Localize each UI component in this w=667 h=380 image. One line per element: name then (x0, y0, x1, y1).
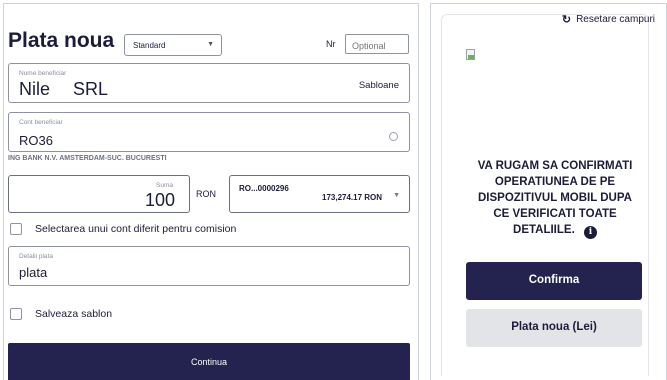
source-account-select[interactable]: RO...0000296 173,274.17 RON ▼ (229, 175, 410, 213)
payment-details-field[interactable]: Detalii plata plata (8, 246, 410, 286)
new-payment-button[interactable]: Plata noua (Lei) (466, 309, 642, 347)
amount-label: Suma (156, 182, 173, 189)
beneficiary-name-value: Nile SRL (19, 79, 109, 99)
commission-account-label: Selectarea unui cont diferit pentru comi… (35, 223, 237, 235)
chevron-down-icon: ▼ (207, 41, 214, 48)
commission-account-option[interactable]: Selectarea unui cont diferit pentru comi… (10, 223, 236, 235)
chevron-down-icon: ▼ (393, 192, 400, 199)
payment-type-value: Standard (133, 41, 166, 50)
payment-type-select[interactable]: Standard ▼ (124, 34, 222, 56)
beneficiary-account-field[interactable]: Cont beneficiar RO36 (8, 112, 410, 152)
amount-value: 100 (144, 190, 175, 210)
source-account-balance: 173,274.17 RON (322, 193, 383, 202)
save-template-label: Salveaza sablon (35, 308, 113, 320)
nr-input[interactable] (345, 34, 409, 54)
beneficiary-name-field[interactable]: Nume beneficiar Nile SRL Sabloane (8, 63, 410, 103)
page-title: Plata noua (8, 29, 115, 52)
confirm-button[interactable]: Confirma (466, 262, 642, 300)
nr-label: Nr (326, 39, 336, 49)
templates-link[interactable]: Sabloane (359, 80, 399, 91)
source-account-number: RO...0000296 (239, 184, 289, 193)
broken-image-icon (466, 49, 478, 61)
payment-details-label: Detalii plata (19, 253, 53, 260)
bank-name: ING BANK N.V. AMSTERDAM-SUC. BUCURESTI (8, 155, 167, 162)
loading-spinner-icon (389, 132, 398, 141)
currency-label: RON (196, 189, 216, 199)
confirmation-message-text: VA RUGAM SA CONFIRMATI OPERATIUNEA DE PE… (477, 160, 633, 236)
continue-button[interactable]: Continua (8, 343, 410, 380)
info-icon[interactable]: i (583, 226, 597, 239)
save-template-checkbox[interactable] (10, 308, 22, 320)
refresh-icon: ↻ (561, 14, 572, 26)
beneficiary-name-label: Nume beneficiar (19, 70, 67, 77)
confirmation-message: VA RUGAM SA CONFIRMATI OPERATIUNEA DE PE… (470, 158, 640, 239)
reset-fields-label: Resetare campuri (576, 14, 655, 25)
reset-fields-button[interactable]: ↻ Resetare campuri (562, 13, 655, 26)
beneficiary-account-label: Cont beneficiar (19, 119, 63, 126)
payment-details-value: plata (19, 265, 48, 280)
save-template-option[interactable]: Salveaza sablon (10, 308, 112, 320)
amount-field[interactable]: Suma 100 (8, 175, 190, 213)
beneficiary-account-value: RO36 (19, 133, 53, 148)
commission-account-checkbox[interactable] (10, 223, 22, 235)
